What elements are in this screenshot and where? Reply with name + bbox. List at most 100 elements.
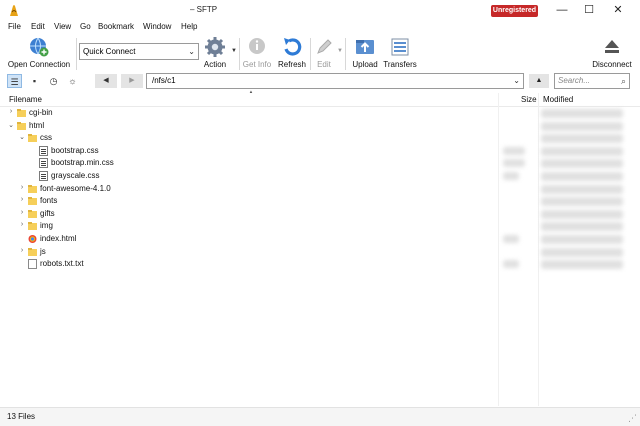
transfers-icon	[391, 38, 409, 56]
folder-row[interactable]: › fonts	[0, 195, 640, 208]
modified-date-redacted	[541, 209, 623, 219]
open-connection-button[interactable]: Open Connection	[5, 34, 73, 72]
folder-icon	[28, 222, 37, 231]
refresh-button[interactable]: Refresh	[276, 34, 308, 72]
file-name: grayscale.css	[51, 171, 100, 180]
menu-bar: File Edit View Go Bookmark Window Help	[0, 21, 640, 34]
file-name: font-awesome-4.1.0	[40, 183, 111, 193]
upload-button[interactable]: Upload	[348, 34, 382, 72]
edit-button[interactable]: Edit	[312, 34, 336, 72]
unregistered-badge[interactable]: Unregistered	[491, 5, 538, 17]
transfers-button[interactable]: Transfers	[383, 34, 417, 72]
quick-connect-value: Quick Connect	[83, 47, 136, 56]
expand-toggle-icon[interactable]: ›	[18, 221, 26, 228]
modified-date-redacted	[541, 247, 623, 257]
file-name: cgi-bin	[29, 108, 53, 117]
browser-file-icon	[28, 235, 37, 243]
search-input[interactable]: Search... ⌕	[554, 73, 630, 89]
menu-view[interactable]: View	[54, 22, 71, 31]
disconnect-label: Disconnect	[592, 60, 632, 69]
back-button[interactable]: ◀	[95, 74, 117, 88]
expand-toggle-icon[interactable]: ⌄	[18, 133, 26, 141]
modified-date-redacted	[541, 197, 623, 207]
expand-toggle-icon[interactable]: ›	[18, 184, 26, 191]
stylesheet-file-icon	[39, 158, 48, 169]
folder-row[interactable]: › img	[0, 220, 640, 233]
quick-connect-dropdown[interactable]: Quick Connect ⌄	[79, 43, 199, 60]
search-placeholder: Search...	[558, 76, 591, 85]
file-row[interactable]: bootstrap.css	[0, 145, 640, 158]
modified-date-redacted	[541, 222, 623, 232]
toolbar-divider	[239, 38, 240, 70]
action-button[interactable]: Action	[200, 34, 230, 72]
file-name: robots.txt.txt	[40, 259, 84, 269]
refresh-label: Refresh	[277, 60, 306, 69]
caret-down-icon[interactable]: ▼	[231, 48, 237, 54]
menu-window[interactable]: Window	[143, 22, 171, 31]
folder-icon	[17, 109, 26, 117]
file-row[interactable]: robots.txt.txt	[0, 258, 640, 271]
menu-file[interactable]: File	[8, 22, 21, 31]
column-modified[interactable]: Modified	[543, 95, 573, 104]
pencil-icon	[317, 39, 332, 54]
menu-help[interactable]: Help	[181, 22, 197, 31]
expand-toggle-icon[interactable]: ⌄	[7, 121, 15, 129]
file-size-redacted	[503, 260, 519, 269]
expand-toggle-icon[interactable]: ›	[7, 108, 15, 115]
caret-down-icon[interactable]: ▼	[337, 48, 343, 54]
folder-row[interactable]: ⌄ css	[0, 132, 640, 145]
folder-row[interactable]: ⌄ html	[0, 120, 640, 133]
toolbar: Open Connection Quick Connect ⌄ Action ▼…	[0, 34, 640, 72]
column-filename[interactable]: Filename	[9, 95, 42, 104]
file-count: 13 Files	[7, 412, 36, 421]
parent-folder-button[interactable]: ▲	[529, 74, 549, 88]
close-button[interactable]: ✕	[602, 0, 634, 21]
upload-icon	[356, 40, 374, 54]
folder-row[interactable]: › js	[0, 246, 640, 259]
modified-date-redacted	[541, 172, 623, 181]
history-icon[interactable]: ◷	[46, 74, 61, 88]
file-size-redacted	[503, 146, 525, 155]
modified-date-redacted	[541, 159, 623, 169]
folder-row[interactable]: › font-awesome-4.1.0	[0, 183, 640, 196]
browser-view-icon[interactable]: ☰	[7, 74, 22, 88]
file-row[interactable]: index.html	[0, 233, 640, 246]
text-file-icon	[28, 259, 37, 270]
folder-row[interactable]: › cgi-bin	[0, 107, 640, 120]
maximize-button[interactable]: ☐	[573, 0, 605, 21]
transfers-label: Transfers	[383, 60, 417, 69]
bookmarks-icon[interactable]: ▪	[27, 74, 42, 88]
expand-toggle-icon[interactable]: ›	[18, 247, 26, 254]
expand-toggle-icon[interactable]: ›	[18, 196, 26, 203]
resize-grip-icon[interactable]: ⋰	[628, 413, 637, 424]
forward-button[interactable]: ▶	[121, 74, 143, 88]
edit-label: Edit	[317, 60, 331, 69]
chevron-down-icon: ⌄	[188, 47, 195, 56]
window-title: – SFTP	[190, 5, 218, 14]
file-name: gifts	[40, 208, 55, 218]
disconnect-button[interactable]: Disconnect	[588, 34, 636, 72]
get-info-label: Get Info	[242, 60, 272, 69]
menu-edit[interactable]: Edit	[31, 22, 45, 31]
bonjour-icon[interactable]: ☼	[65, 74, 80, 88]
menu-go[interactable]: Go	[80, 22, 91, 31]
eject-icon	[605, 40, 619, 53]
expand-toggle-icon[interactable]: ›	[18, 209, 26, 216]
file-row[interactable]: grayscale.css	[0, 170, 640, 183]
toolbar-divider	[345, 38, 346, 70]
info-icon	[249, 38, 265, 54]
refresh-icon	[284, 38, 302, 56]
folder-icon	[17, 121, 26, 130]
status-bar: 13 Files ⋰	[0, 407, 640, 426]
get-info-button[interactable]: Get Info	[242, 34, 272, 72]
folder-icon	[28, 247, 37, 256]
menu-bookmark[interactable]: Bookmark	[98, 22, 134, 31]
file-name: js	[40, 246, 46, 256]
column-size[interactable]: Size	[521, 95, 537, 104]
file-size-redacted	[503, 172, 519, 180]
folder-row[interactable]: › gifts	[0, 208, 640, 221]
file-row[interactable]: bootstrap.min.css	[0, 157, 640, 170]
path-dropdown[interactable]: /nfs/c1 ⌄	[146, 73, 524, 89]
folder-icon	[28, 209, 37, 218]
file-name: bootstrap.css	[51, 145, 99, 155]
